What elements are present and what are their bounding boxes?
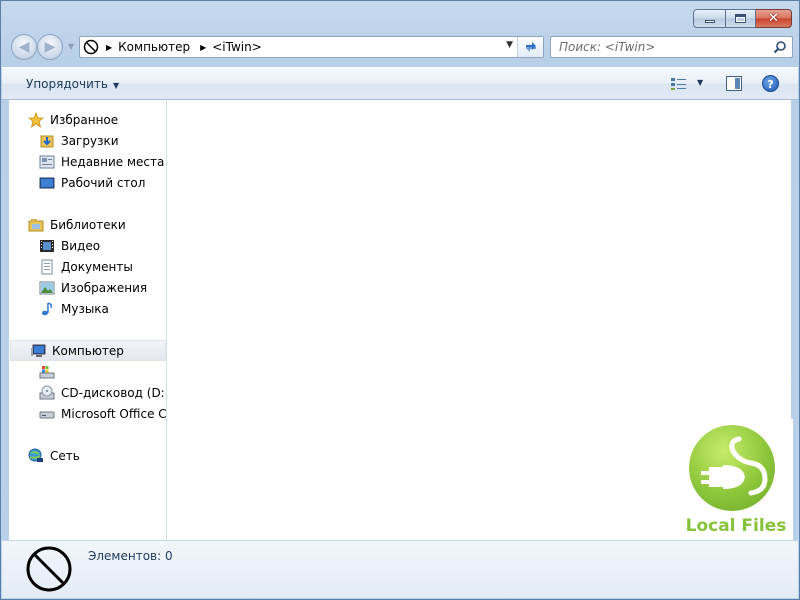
sidebar-item-label: Документы [61,259,133,274]
minimize-icon [704,20,715,23]
sidebar-item-video[interactable]: Видео [9,235,100,256]
item-count: Элементов: 0 [88,549,173,563]
plug-icon [701,436,768,496]
network-icon [28,448,44,464]
minimize-button[interactable] [693,9,726,28]
navigation-pane: Избранное Загрузки Недавние места Рабочи… [9,100,167,540]
help-button[interactable]: ? [762,75,779,92]
breadcrumb-itwin[interactable]: <iTwin> [212,40,262,54]
drive-icon [39,406,55,422]
downloads-folder-icon [39,133,55,149]
change-view-button[interactable] [670,77,688,94]
sidebar-item-label: Microsoft Office Click-to-Run [61,406,167,421]
cd-drive-icon [39,385,55,401]
address-dropdown-icon[interactable]: ▼ [506,40,513,50]
sidebar-item-pictures[interactable]: Изображения [9,277,147,298]
sidebar-item-label: Сеть [50,448,80,463]
back-button[interactable]: ◀ [11,34,37,60]
details-pane: Элементов: 0 [2,540,798,598]
navigation-row: ◀ ▶ ▼ ▶ Компьютер ▶ <iTwin> ▼ Поиск: <iT… [9,34,793,60]
explorer-window: ✕ ◀ ▶ ▼ ▶ Компьютер ▶ <iTwin> ▼ Поиск: <… [0,0,800,600]
sidebar-item-label: Музыка [61,301,109,316]
content-area: Избранное Загрузки Недавние места Рабочи… [9,100,791,540]
sidebar-item-music[interactable]: Музыка [9,298,109,319]
command-bar: Упорядочить ▼ ▼ ? [2,67,798,100]
star-icon [28,111,44,128]
computer-icon [30,343,46,359]
sidebar-item-documents[interactable]: Документы [9,256,133,277]
sidebar-item-desktop[interactable]: Рабочий стол [9,172,145,193]
sidebar-item-local-disk[interactable] [9,361,61,382]
view-options-dropdown[interactable]: ▼ [697,78,703,87]
sidebar-item-libraries[interactable]: Библиотеки [9,214,126,235]
sidebar-item-label: Компьютер [52,343,124,358]
maximize-icon [735,14,746,23]
local-disk-icon [39,364,55,380]
sidebar-item-label: Рабочий стол [61,175,146,190]
logo-text: Local Files [685,516,787,536]
libraries-icon [28,217,44,233]
chevron-down-icon: ▼ [112,81,120,90]
sidebar-item-label: Видео [61,238,101,253]
back-arrow-icon: ◀ [18,39,30,55]
address-bar[interactable]: ▶ Компьютер ▶ <iTwin> ▼ [79,36,544,58]
refresh-button[interactable] [517,37,543,57]
sidebar-item-network[interactable]: Сеть [9,445,80,466]
desktop-icon [39,175,55,191]
breadcrumb-separator-icon[interactable]: ▶ [200,43,206,52]
close-button[interactable]: ✕ [756,9,792,28]
sidebar-item-cd-drive[interactable]: CD-дисковод (D:) iTwin [9,382,166,403]
documents-icon [39,259,55,275]
music-icon [39,301,55,317]
sidebar-item-favorites[interactable]: Избранное [9,109,118,130]
sidebar-item-recent-places[interactable]: Недавние места [9,151,164,172]
caption-buttons: ✕ [693,9,792,28]
maximize-button[interactable] [726,9,756,28]
search-box[interactable]: Поиск: <iTwin> [550,36,793,58]
search-input[interactable]: Поиск: <iTwin> [559,40,655,54]
recent-pages-dropdown[interactable]: ▼ [68,42,74,51]
pictures-icon [39,280,55,296]
refresh-icon [525,42,536,52]
recent-places-icon [39,154,55,170]
sidebar-item-label: Изображения [61,280,148,295]
forward-button[interactable]: ▶ [37,34,63,60]
forward-arrow-icon: ▶ [44,39,56,55]
breadcrumb-computer[interactable]: Компьютер [118,40,190,54]
organize-button[interactable]: Упорядочить ▼ [26,77,119,91]
location-icon [80,37,102,57]
logo-circle [689,425,775,511]
sidebar-item-office-drive[interactable]: Microsoft Office Click-to-Run [9,403,167,424]
local-files-logo: Local Files [679,419,793,541]
organize-label: Упорядочить [26,77,108,91]
view-list-icon [671,78,686,90]
close-icon: ✕ [768,11,779,26]
sidebar-item-label: Библиотеки [50,217,126,232]
sidebar-item-label: Недавние места [61,154,165,169]
sidebar-item-label: CD-дисковод (D:) iTwin [61,385,166,400]
search-icon[interactable] [773,40,787,57]
folder-icon [24,544,74,597]
breadcrumb-separator-icon[interactable]: ▶ [106,43,112,52]
sidebar-item-computer[interactable]: Компьютер [10,340,166,361]
video-icon [39,238,55,254]
sidebar-item-downloads[interactable]: Загрузки [9,130,119,151]
sidebar-item-label: Загрузки [61,133,119,148]
preview-pane-button[interactable] [726,76,742,91]
sidebar-item-label: Избранное [50,112,119,127]
